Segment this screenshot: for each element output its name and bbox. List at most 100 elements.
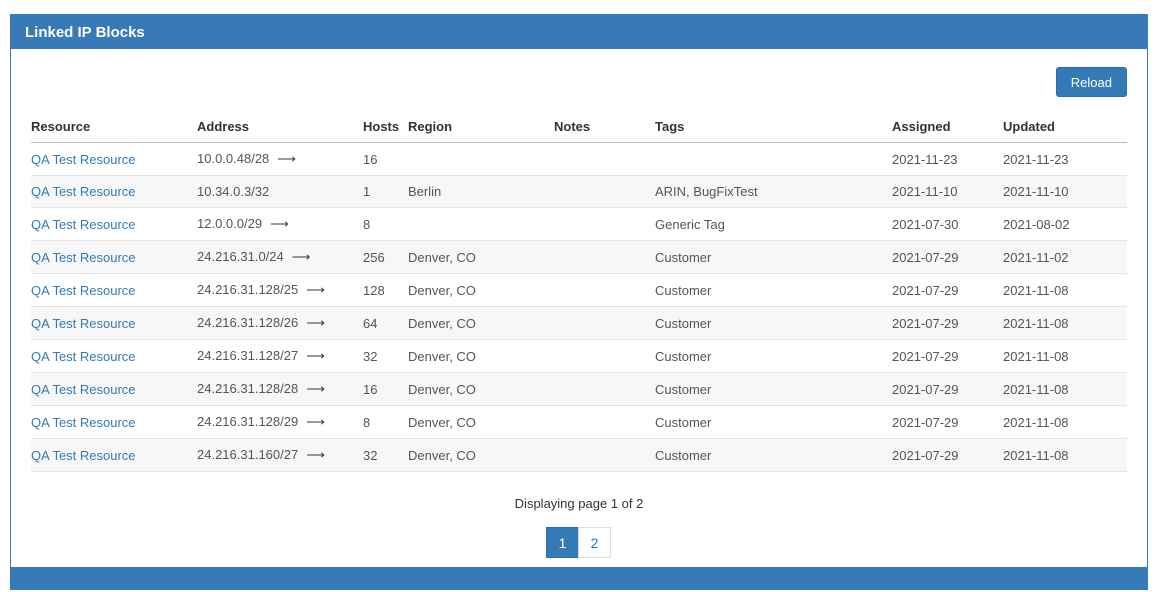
linked-ip-blocks-panel: Linked IP Blocks Reload ResourceAddressH… (10, 14, 1148, 590)
goto-block-arrow-icon[interactable]: ⟶ (270, 216, 289, 231)
assigned-cell: 2021-07-29 (892, 439, 1003, 472)
goto-block-arrow-icon[interactable]: ⟶ (306, 282, 325, 297)
resource-link[interactable]: QA Test Resource (31, 349, 136, 364)
table-row: QA Test Resource12.0.0.0/29⟶8Generic Tag… (31, 208, 1127, 241)
updated-cell: 2021-11-23 (1003, 143, 1127, 176)
goto-block-arrow-icon[interactable]: ⟶ (292, 249, 311, 264)
tags-cell: Customer (655, 340, 892, 373)
tags-cell (655, 143, 892, 176)
hosts-cell: 16 (363, 143, 408, 176)
page-button-1[interactable]: 1 (546, 527, 579, 558)
address-cell: 24.216.31.160/27 ⟶ (197, 439, 363, 472)
region-cell: Denver, CO (408, 373, 554, 406)
assigned-cell: 2021-07-29 (892, 406, 1003, 439)
assigned-cell: 2021-07-30 (892, 208, 1003, 241)
column-header-notes: Notes (554, 111, 655, 143)
resource-link[interactable]: QA Test Resource (31, 382, 136, 397)
column-header-tags: Tags (655, 111, 892, 143)
resource-link[interactable]: QA Test Resource (31, 448, 136, 463)
region-cell: Berlin (408, 176, 554, 208)
hosts-cell: 256 (363, 241, 408, 274)
table-row: QA Test Resource24.216.31.160/27⟶32Denve… (31, 439, 1127, 472)
resource-cell: QA Test Resource (31, 406, 197, 439)
region-cell: Denver, CO (408, 241, 554, 274)
resource-link[interactable]: QA Test Resource (31, 184, 136, 199)
hosts-cell: 32 (363, 340, 408, 373)
table-row: QA Test Resource 10.0.0.48/28 ⟶ 16 2021-11-2… (31, 143, 1127, 176)
hosts-cell: 32 (363, 439, 408, 472)
address-text: 24.216.31.128/25 (197, 282, 298, 297)
notes-cell (554, 373, 655, 406)
address-text: 24.216.31.128/27 (197, 348, 298, 363)
region-cell: Denver, CO (408, 274, 554, 307)
updated-cell: 2021-11-08 (1003, 439, 1127, 472)
goto-block-arrow-icon[interactable]: ⟶ (306, 414, 325, 429)
goto-block-arrow-icon[interactable]: ⟶ (306, 447, 325, 462)
goto-block-arrow-icon[interactable]: ⟶ (306, 348, 325, 363)
panel-header: Linked IP Blocks (11, 15, 1147, 49)
hosts-cell: 1 (363, 176, 408, 208)
address-cell: 10.34.0.3/32 (197, 176, 363, 208)
reload-button[interactable]: Reload (1056, 67, 1127, 97)
resource-cell: QA Test Resource (31, 340, 197, 373)
address-cell: 24.216.31.128/26 ⟶ (197, 307, 363, 340)
notes-cell (554, 143, 655, 176)
address-cell: 12.0.0.0/29 ⟶ (197, 208, 363, 241)
hosts-cell: 128 (363, 274, 408, 307)
column-header-updated: Updated (1003, 111, 1127, 143)
resource-cell: QA Test Resource (31, 274, 197, 307)
page-button-2[interactable]: 2 (578, 527, 611, 558)
updated-cell: 2021-11-10 (1003, 176, 1127, 208)
address-cell: 10.0.0.48/28 ⟶ (197, 143, 363, 176)
panel-footer (11, 567, 1147, 589)
hosts-cell: 64 (363, 307, 408, 340)
column-header-resource: Resource (31, 111, 197, 143)
goto-block-arrow-icon[interactable]: ⟶ (277, 151, 296, 166)
updated-cell: 2021-11-08 (1003, 340, 1127, 373)
panel-title: Linked IP Blocks (25, 24, 145, 41)
region-cell (408, 208, 554, 241)
tags-cell: Customer (655, 439, 892, 472)
resource-link[interactable]: QA Test Resource (31, 415, 136, 430)
region-cell (408, 143, 554, 176)
resource-cell: QA Test Resource (31, 373, 197, 406)
updated-cell: 2021-11-08 (1003, 307, 1127, 340)
resource-cell: QA Test Resource (31, 176, 197, 208)
resource-link[interactable]: QA Test Resource (31, 283, 136, 298)
table-row: QA Test Resource 24.216.31.0/24 ⟶ 256Denver… (31, 241, 1127, 274)
address-text: 24.216.31.0/24 (197, 249, 284, 264)
notes-cell (554, 208, 655, 241)
address-text: 10.34.0.3/32 (197, 184, 269, 199)
address-text: 24.216.31.160/27 (197, 447, 298, 462)
column-header-hosts: Hosts (363, 111, 408, 143)
address-text: 24.216.31.128/26 (197, 315, 298, 330)
panel-body: Reload ResourceAddressHostsRegionNotesTa… (11, 49, 1147, 567)
address-cell: 24.216.31.128/29⟶ (197, 406, 363, 439)
region-cell: Denver, CO (408, 307, 554, 340)
address-text: 12.0.0.0/29 (197, 216, 262, 231)
updated-cell: 2021-08-02 (1003, 208, 1127, 241)
notes-cell (554, 406, 655, 439)
address-cell: 24.216.31.0/24 ⟶ (197, 241, 363, 274)
pagination: 1 2 (31, 527, 1127, 558)
resource-link[interactable]: QA Test Resource (31, 217, 136, 232)
updated-cell: 2021-11-08 (1003, 274, 1127, 307)
address-text: 10.0.0.48/28 (197, 151, 269, 166)
column-header-region: Region (408, 111, 554, 143)
table-row: QA Test Resource24.216.31.128/29⟶8Denver… (31, 406, 1127, 439)
resource-cell: QA Test Resource (31, 143, 197, 176)
goto-block-arrow-icon[interactable]: ⟶ (306, 381, 325, 396)
updated-cell: 2021-11-08 (1003, 406, 1127, 439)
resource-link[interactable]: QA Test Resource (31, 152, 136, 167)
resource-link[interactable]: QA Test Resource (31, 316, 136, 331)
goto-block-arrow-icon[interactable]: ⟶ (306, 315, 325, 330)
resource-link[interactable]: QA Test Resource (31, 250, 136, 265)
table-row: QA Test Resource24.216.31.128/27⟶32Denve… (31, 340, 1127, 373)
assigned-cell: 2021-11-10 (892, 176, 1003, 208)
hosts-cell: 8 (363, 406, 408, 439)
tags-cell: Customer (655, 241, 892, 274)
notes-cell (554, 241, 655, 274)
assigned-cell: 2021-07-29 (892, 274, 1003, 307)
table-row: QA Test Resource 24.216.31.128/26 ⟶ 64Denve… (31, 307, 1127, 340)
toolbar: Reload (31, 67, 1127, 97)
